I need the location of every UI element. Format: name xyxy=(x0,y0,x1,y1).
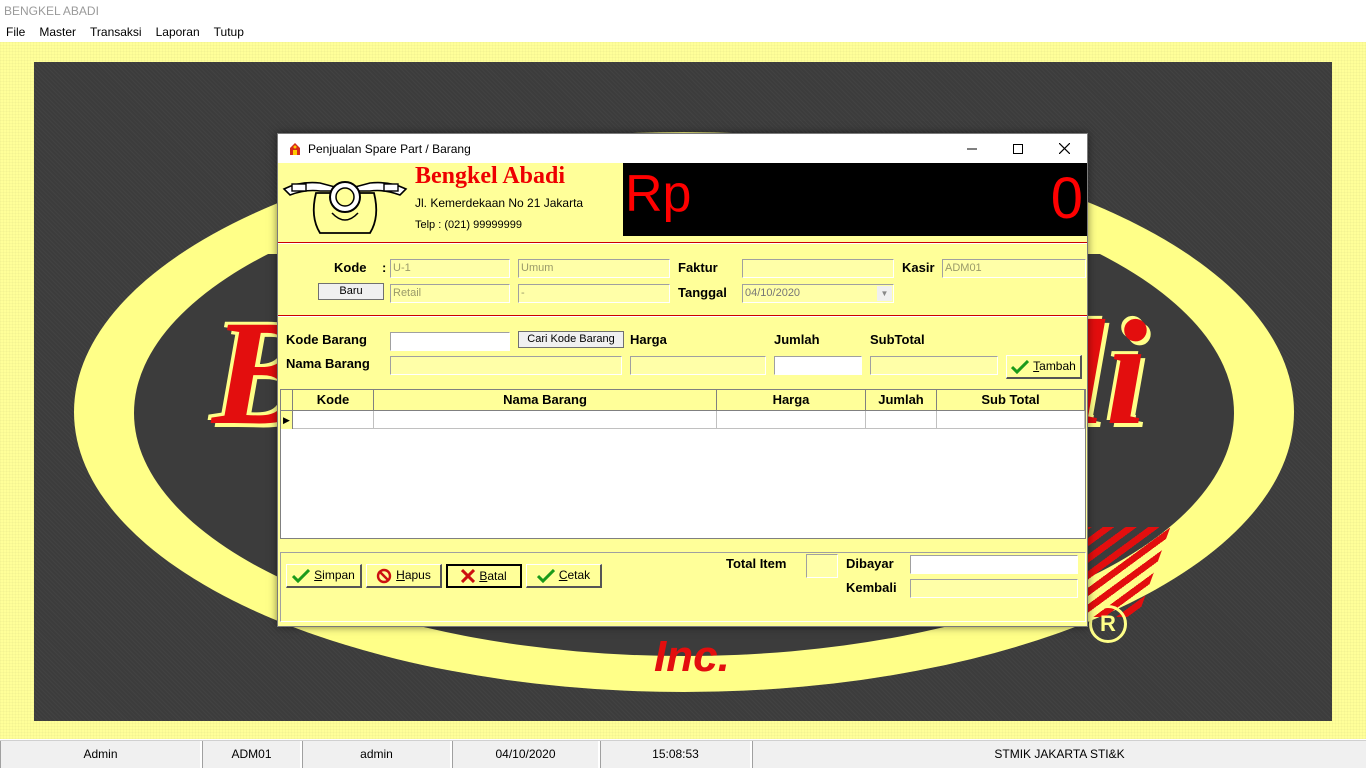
col-jumlah[interactable]: Jumlah xyxy=(866,390,937,410)
kasir-field[interactable]: ADM01 xyxy=(942,259,1086,278)
tanggal-value: 04/10/2020 xyxy=(745,287,801,299)
brand-address: Jl. Kemerdekaan No 21 Jakarta xyxy=(415,196,584,210)
maximize-button[interactable] xyxy=(995,134,1041,163)
col-sub-total[interactable]: Sub Total xyxy=(937,390,1085,410)
cari-kode-barang-button[interactable]: Cari Kode Barang xyxy=(518,331,624,348)
motorcycle-icon xyxy=(282,181,408,234)
col-nama-barang[interactable]: Nama Barang xyxy=(374,390,717,410)
simpan-button[interactable]: Simpan xyxy=(286,564,362,588)
batal-button[interactable]: Batal xyxy=(446,564,522,588)
kembali-field[interactable] xyxy=(910,579,1078,598)
dialog-header: Bengkel Abadi Jl. Kemerdekaan No 21 Jaka… xyxy=(278,163,1087,237)
jumlah-label: Jumlah xyxy=(774,332,820,347)
status-date: 04/10/2020 xyxy=(452,741,600,768)
menu-transaksi[interactable]: Transaksi xyxy=(83,25,149,39)
kode-barang-label: Kode Barang xyxy=(286,332,367,347)
kasir-label: Kasir xyxy=(902,260,935,275)
col-kode[interactable]: Kode xyxy=(293,390,374,410)
subtotal-label: SubTotal xyxy=(870,332,925,347)
divider xyxy=(278,242,1087,244)
faktur-label: Faktur xyxy=(678,260,718,275)
dialog-titlebar[interactable]: Penjualan Spare Part / Barang xyxy=(278,134,1087,163)
customer-type-field[interactable]: Retail xyxy=(390,284,510,303)
table-row[interactable]: ▶ xyxy=(281,411,1085,429)
baru-button[interactable]: Baru xyxy=(318,283,384,300)
harga-field[interactable] xyxy=(630,356,766,375)
status-level: admin xyxy=(302,741,452,768)
menu-file[interactable]: File xyxy=(0,25,32,39)
total-value: 0 xyxy=(1050,166,1083,231)
hapus-button[interactable]: Hapus xyxy=(366,564,442,588)
tanggal-combo[interactable]: 04/10/2020 ▼ xyxy=(742,284,894,303)
tambah-button[interactable]: Tambah xyxy=(1006,355,1082,379)
logo-inc: Inc. xyxy=(654,632,730,681)
brand-phone: Telp : (021) 99999999 xyxy=(415,219,523,231)
row-indicator-icon: ▶ xyxy=(281,411,293,429)
status-user-id: ADM01 xyxy=(202,741,302,768)
customer-name-field[interactable]: Umum xyxy=(518,259,670,278)
sales-dialog: Penjualan Spare Part / Barang Bengkel Ab… xyxy=(277,133,1088,627)
menu-laporan[interactable]: Laporan xyxy=(149,25,207,39)
registered-icon: R xyxy=(1089,605,1127,643)
app-icon xyxy=(290,142,300,155)
statusbar: Admin ADM01 admin 04/10/2020 15:08:53 ST… xyxy=(0,740,1366,768)
jumlah-input[interactable] xyxy=(774,356,862,375)
x-icon xyxy=(461,569,476,583)
brand-name: Bengkel Abadi xyxy=(415,163,566,189)
kode-label: Kode xyxy=(334,260,367,275)
total-item-label: Total Item xyxy=(726,556,787,571)
close-icon xyxy=(1058,143,1070,154)
customer-extra-field[interactable]: - xyxy=(518,284,670,303)
check-icon xyxy=(536,568,555,583)
no-entry-icon xyxy=(376,568,392,583)
status-time: 15:08:53 xyxy=(600,741,752,768)
kembali-label: Kembali xyxy=(846,580,897,595)
check-icon xyxy=(1011,359,1030,374)
nama-barang-field[interactable] xyxy=(390,356,622,375)
maximize-icon xyxy=(1013,143,1023,154)
tanggal-label: Tanggal xyxy=(678,285,727,300)
kode-colon: : xyxy=(382,260,387,275)
grid-header: Kode Nama Barang Harga Jumlah Sub Total xyxy=(281,390,1085,411)
minimize-button[interactable] xyxy=(949,134,995,163)
close-button[interactable] xyxy=(1041,134,1087,163)
menubar: File Master Transaksi Laporan Tutup xyxy=(0,22,1366,42)
dibayar-label: Dibayar xyxy=(846,556,894,571)
status-institution: STMIK JAKARTA STI&K xyxy=(752,741,1366,768)
divider xyxy=(278,315,1087,317)
kode-barang-input[interactable] xyxy=(390,332,510,351)
harga-label: Harga xyxy=(630,332,667,347)
dialog-title: Penjualan Spare Part / Barang xyxy=(308,141,471,156)
total-item-field[interactable] xyxy=(806,554,838,578)
currency-label: Rp xyxy=(625,165,692,223)
items-grid[interactable]: Kode Nama Barang Harga Jumlah Sub Total … xyxy=(280,389,1086,539)
total-display: Rp 0 xyxy=(623,163,1087,236)
customer-code-field[interactable]: U-1 xyxy=(390,259,510,278)
cetak-button[interactable]: Cetak xyxy=(526,564,602,588)
nama-barang-label: Nama Barang xyxy=(286,356,370,371)
chevron-down-icon[interactable]: ▼ xyxy=(877,286,892,301)
dibayar-input[interactable] xyxy=(910,555,1078,574)
app-title: BENGKEL ABADI xyxy=(0,0,1366,22)
minimize-icon xyxy=(967,148,977,149)
menu-master[interactable]: Master xyxy=(32,25,83,39)
col-harga[interactable]: Harga xyxy=(717,390,866,410)
subtotal-field[interactable] xyxy=(870,356,998,375)
menu-tutup[interactable]: Tutup xyxy=(207,25,251,39)
status-user: Admin xyxy=(0,741,202,768)
check-icon xyxy=(292,568,311,583)
faktur-field[interactable] xyxy=(742,259,894,278)
